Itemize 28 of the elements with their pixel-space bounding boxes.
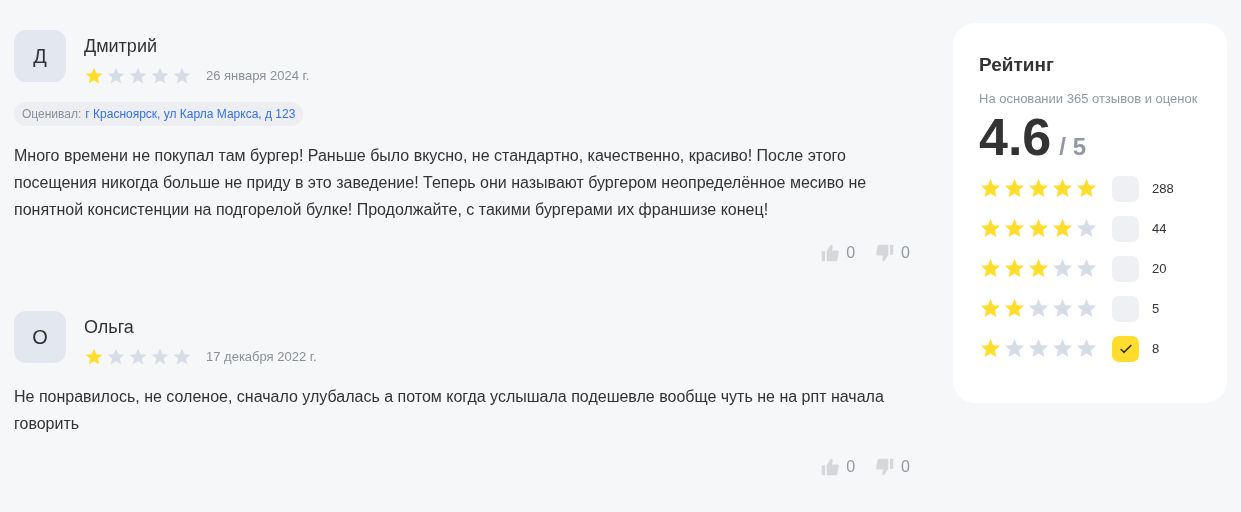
like-button[interactable]: 0 (820, 455, 856, 479)
review-date: 26 января 2024 г. (206, 67, 310, 86)
filter-checkbox[interactable] (1112, 335, 1139, 362)
avatar: О (14, 311, 66, 363)
filter-count: 44 (1152, 219, 1167, 238)
like-button[interactable]: 0 (820, 241, 856, 265)
location-label: Оценивал: (22, 106, 82, 123)
location-link[interactable]: г Красноярск, ул Карла Маркса, д 123 (85, 105, 296, 123)
review-text: Не понравилось, не соленое, сначало улубалась а потом когда услышала подешевле вообще чуть не на рпт начала говорить (14, 387, 885, 434)
filter-count: 288 (1152, 179, 1174, 198)
thumbs-up-icon (820, 457, 841, 477)
review-date: 17 декабря 2022 г. (206, 348, 317, 367)
reviewer-name: Ольга (84, 316, 135, 339)
thumbs-up-icon (820, 243, 841, 263)
filter-count: 20 (1152, 259, 1167, 278)
avatar: Д (14, 30, 66, 82)
rating-title: Рейтинг (979, 53, 1055, 77)
reviewer-name: Дмитрий (84, 35, 158, 58)
thumbs-down-icon (875, 457, 896, 477)
rating-score: 4.6 (979, 107, 1052, 166)
filter-count: 8 (1152, 339, 1160, 358)
dislike-button[interactable]: 0 (875, 241, 910, 265)
dislike-button[interactable]: 0 (875, 455, 910, 479)
thumbs-down-icon (875, 243, 896, 263)
rating-max: / 5 (1059, 131, 1086, 162)
filter-count: 5 (1152, 299, 1160, 318)
rating-subtitle: На основании 365 отзывов и оценок (979, 89, 1199, 108)
review-text: Много времени не покупал там бургер! Раньше было вкусно, не стандартно, качественно, красиво! После этого посещения никогда больше не приду в это заведение! Теперь они называют бургером неопределённое месиво не понятной консистенции на подгорелой булке! Продолжайте, с такими бургерами их франшизе конец! (14, 146, 868, 220)
